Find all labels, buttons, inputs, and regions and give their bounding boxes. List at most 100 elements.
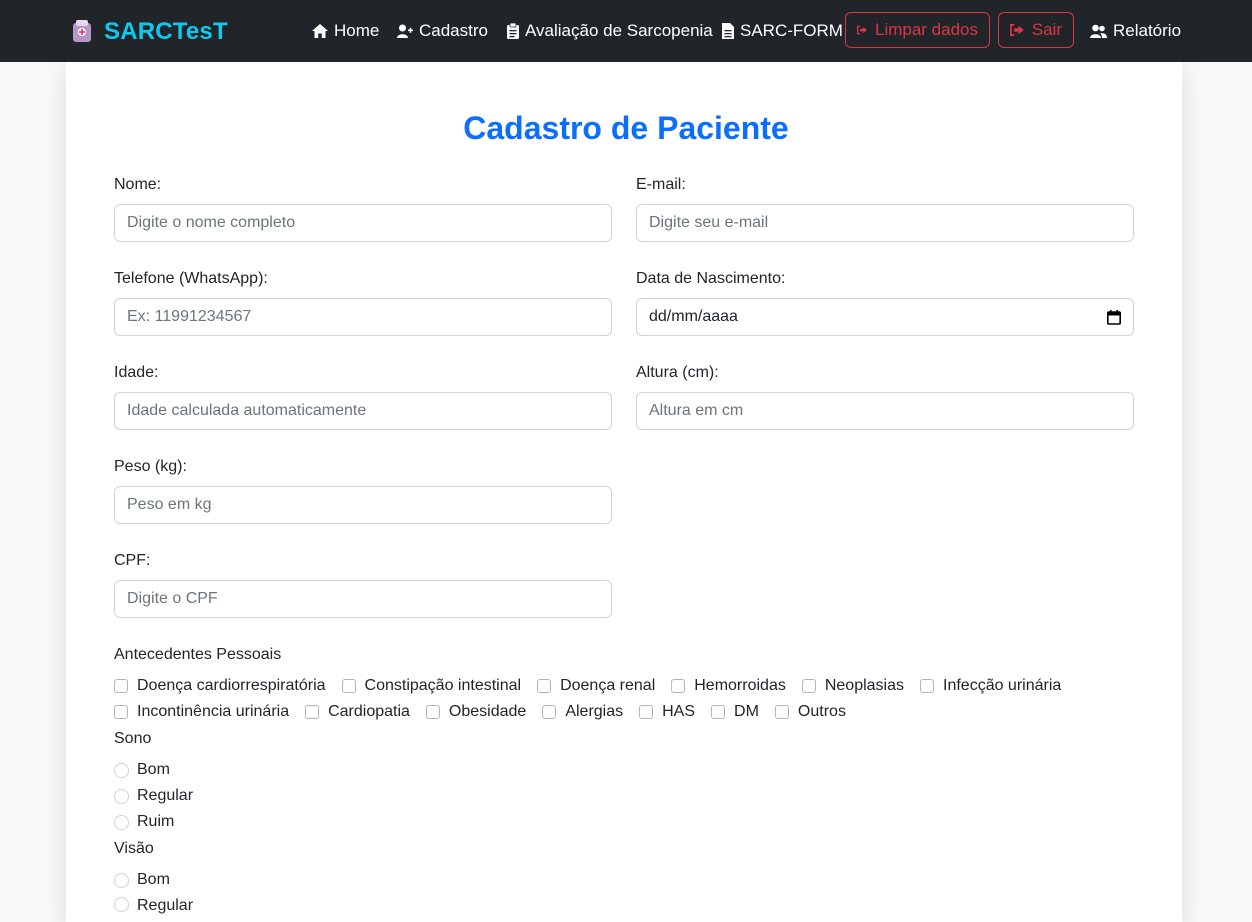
checkbox[interactable]	[305, 705, 320, 719]
email-label: E-mail:	[636, 176, 686, 193]
check-incontinencia-urinaria[interactable]: Incontinência urinária	[114, 703, 289, 721]
nav-sarc-form-label: SARC-FORM	[740, 21, 843, 40]
checkbox[interactable]	[801, 679, 816, 693]
check-label: DM	[734, 703, 759, 720]
check-cardiopatia[interactable]: Cardiopatia	[305, 703, 410, 721]
nascimento-date-input[interactable]: dd/mm/aaaa	[636, 298, 1134, 336]
peso-input[interactable]	[114, 486, 612, 524]
radio-label: Bom	[137, 871, 170, 888]
cpf-label: CPF:	[114, 552, 151, 569]
cpf-input[interactable]	[114, 580, 612, 618]
radio-button[interactable]	[114, 762, 129, 778]
checkbox[interactable]	[537, 679, 552, 693]
brand[interactable]: SARCTesT	[71, 18, 228, 46]
checkbox[interactable]	[114, 705, 128, 719]
check-neoplasias[interactable]: Neoplasias	[801, 677, 904, 695]
nascimento-label: Data de Nascimento:	[636, 270, 786, 287]
checkbox[interactable]	[920, 679, 934, 693]
navbar: SARCTesT Home Cadastro Avaliação de Sarc…	[0, 0, 1252, 62]
radio-visao-bom[interactable]: Bom	[114, 867, 170, 893]
check-outros[interactable]: Outros	[774, 703, 846, 721]
check-doenca-renal[interactable]: Doença renal	[537, 677, 655, 695]
checkbox[interactable]	[425, 705, 440, 719]
check-label: Neoplasias	[824, 677, 904, 694]
radio-sono-regular[interactable]: Regular	[114, 783, 193, 809]
radio-label: Ruim	[137, 813, 175, 830]
check-infeccao-urinaria[interactable]: Infecção urinária	[920, 677, 1061, 695]
check-label: Alergias	[565, 703, 624, 720]
check-alergias[interactable]: Alergias	[542, 703, 623, 721]
check-label: Doença cardiorrespiratória	[137, 677, 326, 694]
altura-input[interactable]	[636, 392, 1134, 430]
radio-button[interactable]	[114, 814, 129, 830]
checkbox[interactable]	[114, 679, 128, 693]
email-input[interactable]	[636, 204, 1134, 242]
logout-button[interactable]: Sair	[998, 12, 1074, 48]
altura-label: Altura (cm):	[636, 364, 719, 381]
radio-label: Bom	[137, 761, 170, 778]
check-dm[interactable]: DM	[711, 703, 759, 721]
nascimento-date-value: dd/mm/aaaa	[649, 308, 738, 325]
clipboard-logo-icon	[71, 20, 93, 44]
nome-input[interactable]	[114, 204, 612, 242]
idade-input[interactable]	[114, 392, 612, 430]
nav-relatorio-label: Relatório	[1113, 21, 1182, 40]
clipboard-icon	[507, 23, 519, 39]
nav-cadastro[interactable]: Cadastro	[397, 12, 488, 50]
peso-label: Peso (kg):	[114, 458, 187, 475]
check-doenca-cardiorrespiratoria[interactable]: Doença cardiorrespiratória	[114, 677, 326, 695]
clear-data-button[interactable]: Limpar dados	[845, 12, 990, 48]
nav-relatorio[interactable]: Relatório	[1090, 12, 1181, 50]
radio-button[interactable]	[114, 788, 129, 804]
telefone-label: Telefone (WhatsApp):	[114, 270, 268, 287]
checkbox[interactable]	[774, 705, 789, 719]
check-label: Cardiopatia	[328, 703, 410, 720]
nav-avaliacao-label: Avaliação de Sarcopenia	[525, 21, 713, 40]
nav-home-label: Home	[334, 21, 380, 40]
logout-label: Sair	[1031, 20, 1062, 39]
checkbox[interactable]	[711, 705, 726, 719]
checkbox[interactable]	[639, 705, 654, 719]
check-label: Obesidade	[448, 703, 527, 720]
checkbox[interactable]	[542, 705, 557, 719]
sono-label: Sono	[114, 730, 152, 747]
file-icon	[722, 23, 734, 39]
antecedentes-row-1: Doença cardiorrespiratória Constipação i…	[114, 673, 1077, 699]
users-icon	[1090, 24, 1107, 38]
check-has[interactable]: HAS	[639, 703, 695, 721]
nav-cadastro-label: Cadastro	[419, 21, 488, 40]
user-plus-icon	[397, 24, 413, 38]
radio-sono-ruim[interactable]: Ruim	[114, 809, 174, 835]
home-icon	[312, 24, 328, 38]
checkbox[interactable]	[341, 679, 356, 693]
telefone-input[interactable]	[114, 298, 612, 336]
check-label: Outros	[797, 703, 846, 720]
radio-sono-bom[interactable]: Bom	[114, 757, 170, 783]
calendar-icon[interactable]	[1107, 309, 1121, 325]
brand-name: SARCTesT	[104, 18, 228, 45]
check-constipacao-intestinal[interactable]: Constipação intestinal	[341, 677, 522, 695]
check-label: Constipação intestinal	[364, 677, 522, 694]
radio-label: Regular	[137, 787, 194, 804]
checkbox[interactable]	[671, 679, 686, 693]
nome-label: Nome:	[114, 176, 162, 193]
antecedentes-row-2: Incontinência urinária Cardiopatia Obesi…	[114, 699, 862, 725]
check-label: Infecção urinária	[943, 677, 1062, 694]
radio-button[interactable]	[114, 872, 129, 888]
check-label: Doença renal	[560, 677, 656, 694]
clear-data-label: Limpar dados	[874, 20, 978, 39]
radio-label: Regular	[137, 897, 194, 914]
visao-label: Visão	[114, 840, 154, 857]
radio-visao-regular[interactable]: Regular	[114, 892, 193, 915]
check-obesidade[interactable]: Obesidade	[425, 703, 527, 721]
sign-out-icon	[857, 25, 867, 35]
nav-home[interactable]: Home	[312, 12, 379, 50]
sign-out-icon	[1010, 23, 1024, 37]
check-label: HAS	[662, 703, 696, 720]
check-hemorroidas[interactable]: Hemorroidas	[671, 677, 786, 695]
nav-sarc-form[interactable]: SARC-FORM	[722, 12, 843, 50]
idade-label: Idade:	[114, 364, 159, 381]
check-label: Incontinência urinária	[137, 703, 290, 720]
nav-avaliacao[interactable]: Avaliação de Sarcopenia	[507, 12, 713, 50]
antecedentes-label: Antecedentes Pessoais	[114, 646, 282, 663]
